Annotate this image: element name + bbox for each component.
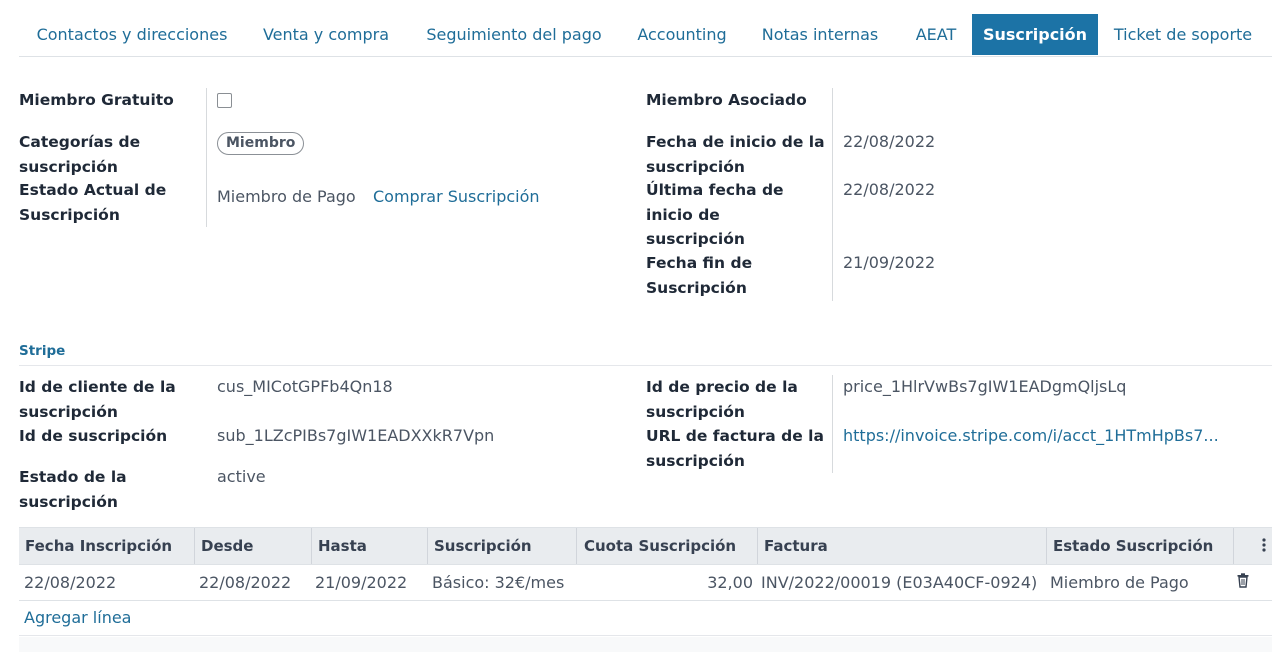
- invoice-url-link[interactable]: https://invoice.stripe.com/i/acct_1HTmHp…: [843, 424, 1233, 448]
- tab-suscripcion[interactable]: Suscripción: [972, 14, 1098, 55]
- cell-cuota[interactable]: 32,00: [577, 565, 753, 600]
- invoice-url-label: URL de factura de la suscripción: [646, 427, 824, 470]
- col-factura[interactable]: Factura: [758, 528, 1047, 564]
- subscription-state-label: Estado de la suscripción: [19, 468, 127, 511]
- tab-accounting[interactable]: Accounting: [629, 14, 735, 56]
- trash-icon[interactable]: [1234, 565, 1272, 600]
- end-date-label: Fecha fin de Suscripción: [646, 254, 753, 297]
- add-line-link[interactable]: Agregar línea: [24, 601, 131, 634]
- cell-desde[interactable]: 22/08/2022: [199, 565, 291, 600]
- stripe-right-separator: [832, 375, 833, 473]
- stripe-divider: [19, 365, 1272, 366]
- tab-venta-compra[interactable]: Venta y compra: [252, 14, 400, 56]
- last-start-date-value: 22/08/2022: [843, 180, 936, 199]
- categories-label: Categorías de suscripción: [19, 133, 141, 176]
- last-start-date-label: Última fecha de inicio de suscripción: [646, 181, 784, 248]
- free-member-label: Miembro Gratuito: [19, 91, 174, 109]
- subscription-id-value: sub_1LZcPIBs7gIW1EADXXkR7Vpn: [217, 426, 495, 445]
- current-state-value: Miembro de Pago: [217, 187, 356, 206]
- col-desde[interactable]: Desde: [195, 528, 312, 564]
- stripe-section-title: Stripe: [19, 343, 66, 359]
- left-separator: [206, 88, 207, 227]
- price-id-value: price_1HlrVwBs7gIW1EADgmQljsLq: [843, 377, 1127, 396]
- vertical-ellipsis-icon[interactable]: [1234, 528, 1272, 564]
- col-estado[interactable]: Estado Suscripción: [1047, 528, 1234, 564]
- buy-subscription-link[interactable]: Comprar Suscripción: [373, 185, 540, 209]
- free-member-checkbox[interactable]: [217, 93, 232, 108]
- delete-row-button[interactable]: [1234, 565, 1272, 600]
- table-header: Fecha Inscripción Desde Hasta Suscripció…: [19, 527, 1272, 565]
- start-date-value: 22/08/2022: [843, 132, 936, 151]
- client-id-label: Id de cliente de la suscripción: [19, 378, 176, 421]
- cell-fecha-inscripcion[interactable]: 22/08/2022: [24, 565, 116, 600]
- tab-contactos[interactable]: Contactos y direcciones: [19, 14, 245, 56]
- tab-ticket-soporte[interactable]: Ticket de soporte: [1105, 14, 1261, 56]
- right-separator: [832, 88, 833, 301]
- table-row[interactable]: 22/08/2022 22/08/2022 21/09/2022 Básico:…: [19, 565, 1272, 601]
- tab-seguimiento-pago[interactable]: Seguimiento del pago: [416, 14, 612, 56]
- subscription-state-value: active: [217, 467, 266, 486]
- cell-hasta[interactable]: 21/09/2022: [315, 565, 407, 600]
- associated-member-label: Miembro Asociado: [646, 91, 807, 109]
- client-id-value: cus_MICotGPFb4Qn18: [217, 377, 393, 396]
- col-fecha-inscripcion[interactable]: Fecha Inscripción: [19, 528, 195, 564]
- col-suscripcion[interactable]: Suscripción: [428, 528, 577, 564]
- tab-notas-internas[interactable]: Notas internas: [753, 14, 887, 56]
- end-date-value: 21/09/2022: [843, 253, 936, 272]
- notebook-tabs: Contactos y direcciones Venta y compra S…: [19, 14, 1272, 57]
- cell-factura[interactable]: INV/2022/00019 (E03A40CF-0924): [761, 565, 1037, 600]
- tab-aeat[interactable]: AEAT: [902, 14, 970, 56]
- table-footer: [19, 637, 1272, 652]
- start-date-label: Fecha de inicio de la suscripción: [646, 133, 825, 176]
- col-hasta[interactable]: Hasta: [312, 528, 428, 564]
- cell-estado[interactable]: Miembro de Pago: [1050, 565, 1189, 600]
- current-state-label: Estado Actual de Suscripción: [19, 181, 167, 224]
- col-cuota[interactable]: Cuota Suscripción: [577, 528, 758, 564]
- add-line-row: Agregar línea: [19, 601, 1272, 636]
- subscription-id-label: Id de suscripción: [19, 427, 168, 445]
- cell-suscripcion[interactable]: Básico: 32€/mes: [432, 565, 564, 600]
- price-id-label: Id de precio de la suscripción: [646, 378, 798, 421]
- category-tag[interactable]: Miembro: [217, 132, 305, 155]
- optional-columns[interactable]: [1234, 528, 1272, 564]
